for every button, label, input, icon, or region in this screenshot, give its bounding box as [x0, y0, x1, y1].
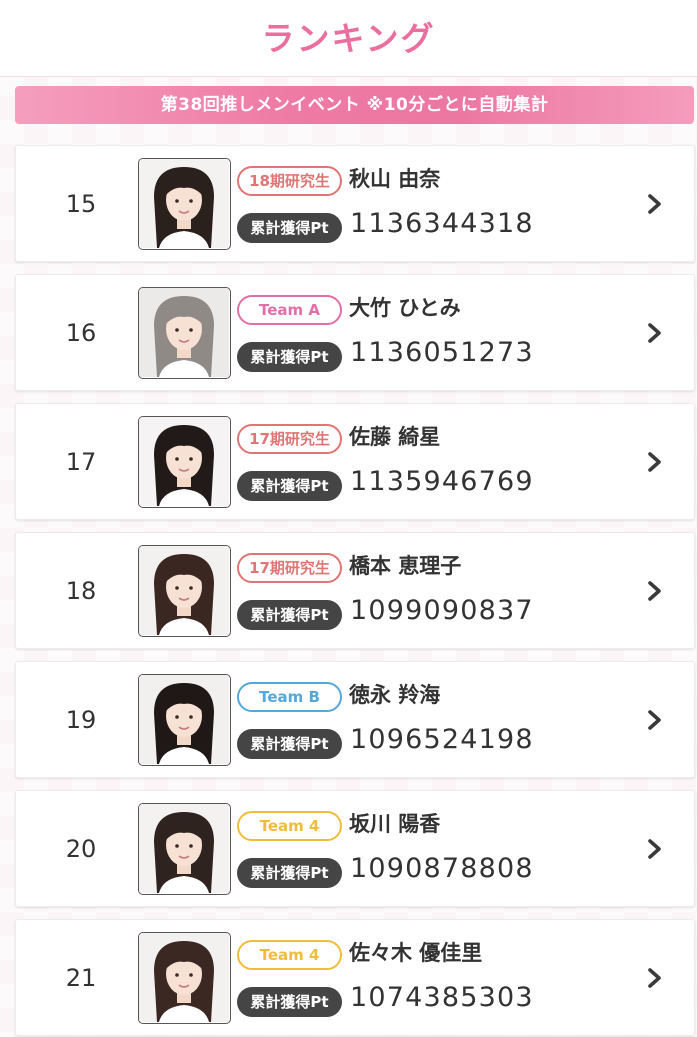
rank-number: 21 [65, 964, 97, 992]
rank-number: 20 [65, 835, 97, 863]
ranking-card[interactable]: 21 Team 4 佐々木 優佳里 累計獲得Pt 1074385303 [15, 919, 695, 1036]
chevron-right-icon[interactable] [646, 838, 664, 860]
chevron-right-icon[interactable] [646, 709, 664, 731]
member-name: 秋山 由奈 [349, 167, 441, 191]
rank-number: 19 [65, 706, 97, 734]
team-badge: 17期研究生 [237, 553, 342, 583]
team-badge: Team A [237, 295, 342, 325]
member-name: 橋本 恵理子 [349, 554, 462, 578]
rank-number: 17 [65, 448, 97, 476]
chevron-right-icon[interactable] [646, 322, 664, 344]
ranking-card[interactable]: 16 Team A 大竹 ひとみ 累計獲得Pt 1136051273 [15, 274, 695, 391]
member-photo[interactable] [138, 674, 231, 766]
total-points-value: 1136344318 [350, 208, 534, 239]
member-photo-image [139, 804, 229, 893]
member-name: 大竹 ひとみ [349, 296, 461, 320]
total-points-label: 累計獲得Pt [237, 342, 342, 372]
ranking-card[interactable]: 18 17期研究生 橋本 恵理子 累計獲得Pt 1099090837 [15, 532, 695, 649]
team-badge: Team 4 [237, 811, 342, 841]
member-name: 坂川 陽香 [349, 812, 441, 836]
ranking-card[interactable]: 20 Team 4 坂川 陽香 累計獲得Pt 1090878808 [15, 790, 695, 907]
chevron-right-icon[interactable] [646, 580, 664, 602]
total-points-label: 累計獲得Pt [237, 600, 342, 630]
member-photo[interactable] [138, 545, 231, 637]
member-name: 佐々木 優佳里 [349, 941, 483, 965]
total-points-value: 1136051273 [350, 337, 534, 368]
header: ランキング [0, 0, 697, 77]
total-points-label: 累計獲得Pt [237, 729, 342, 759]
total-points-value: 1135946769 [350, 466, 534, 497]
ranking-card[interactable]: 19 Team B 徳永 羚海 累計獲得Pt 1096524198 [15, 661, 695, 778]
member-photo[interactable] [138, 287, 231, 379]
rank-number: 18 [65, 577, 97, 605]
member-photo[interactable] [138, 803, 231, 895]
member-photo-image [139, 417, 229, 506]
total-points-value: 1074385303 [350, 982, 534, 1013]
total-points-value: 1090878808 [350, 853, 534, 884]
member-photo-image [139, 675, 229, 764]
chevron-right-icon[interactable] [646, 451, 664, 473]
total-points-label: 累計獲得Pt [237, 213, 342, 243]
member-photo-image [139, 159, 229, 248]
member-photo[interactable] [138, 932, 231, 1024]
member-name: 佐藤 綺星 [349, 425, 441, 449]
team-badge: Team 4 [237, 940, 342, 970]
team-badge: 18期研究生 [237, 166, 342, 196]
total-points-value: 1099090837 [350, 595, 534, 626]
rank-number: 16 [65, 319, 97, 347]
member-photo[interactable] [138, 416, 231, 508]
total-points-value: 1096524198 [350, 724, 534, 755]
total-points-label: 累計獲得Pt [237, 471, 342, 501]
total-points-label: 累計獲得Pt [237, 987, 342, 1017]
member-photo-image [139, 546, 229, 635]
member-photo-image [139, 288, 229, 377]
total-points-label: 累計獲得Pt [237, 858, 342, 888]
event-banner: 第38回推しメンイベント ※10分ごとに自動集計 [15, 86, 694, 124]
member-name: 徳永 羚海 [349, 683, 441, 707]
team-badge: 17期研究生 [237, 424, 342, 454]
member-photo-image [139, 933, 229, 1022]
chevron-right-icon[interactable] [646, 967, 664, 989]
chevron-right-icon[interactable] [646, 193, 664, 215]
rank-number: 15 [65, 190, 97, 218]
page-title: ランキング [261, 19, 436, 58]
member-photo[interactable] [138, 158, 231, 250]
ranking-card[interactable]: 15 18期研究生 秋山 由奈 累計獲得Pt 1136344318 [15, 145, 695, 262]
team-badge: Team B [237, 682, 342, 712]
ranking-card[interactable]: 17 17期研究生 佐藤 綺星 累計獲得Pt 1135946769 [15, 403, 695, 520]
